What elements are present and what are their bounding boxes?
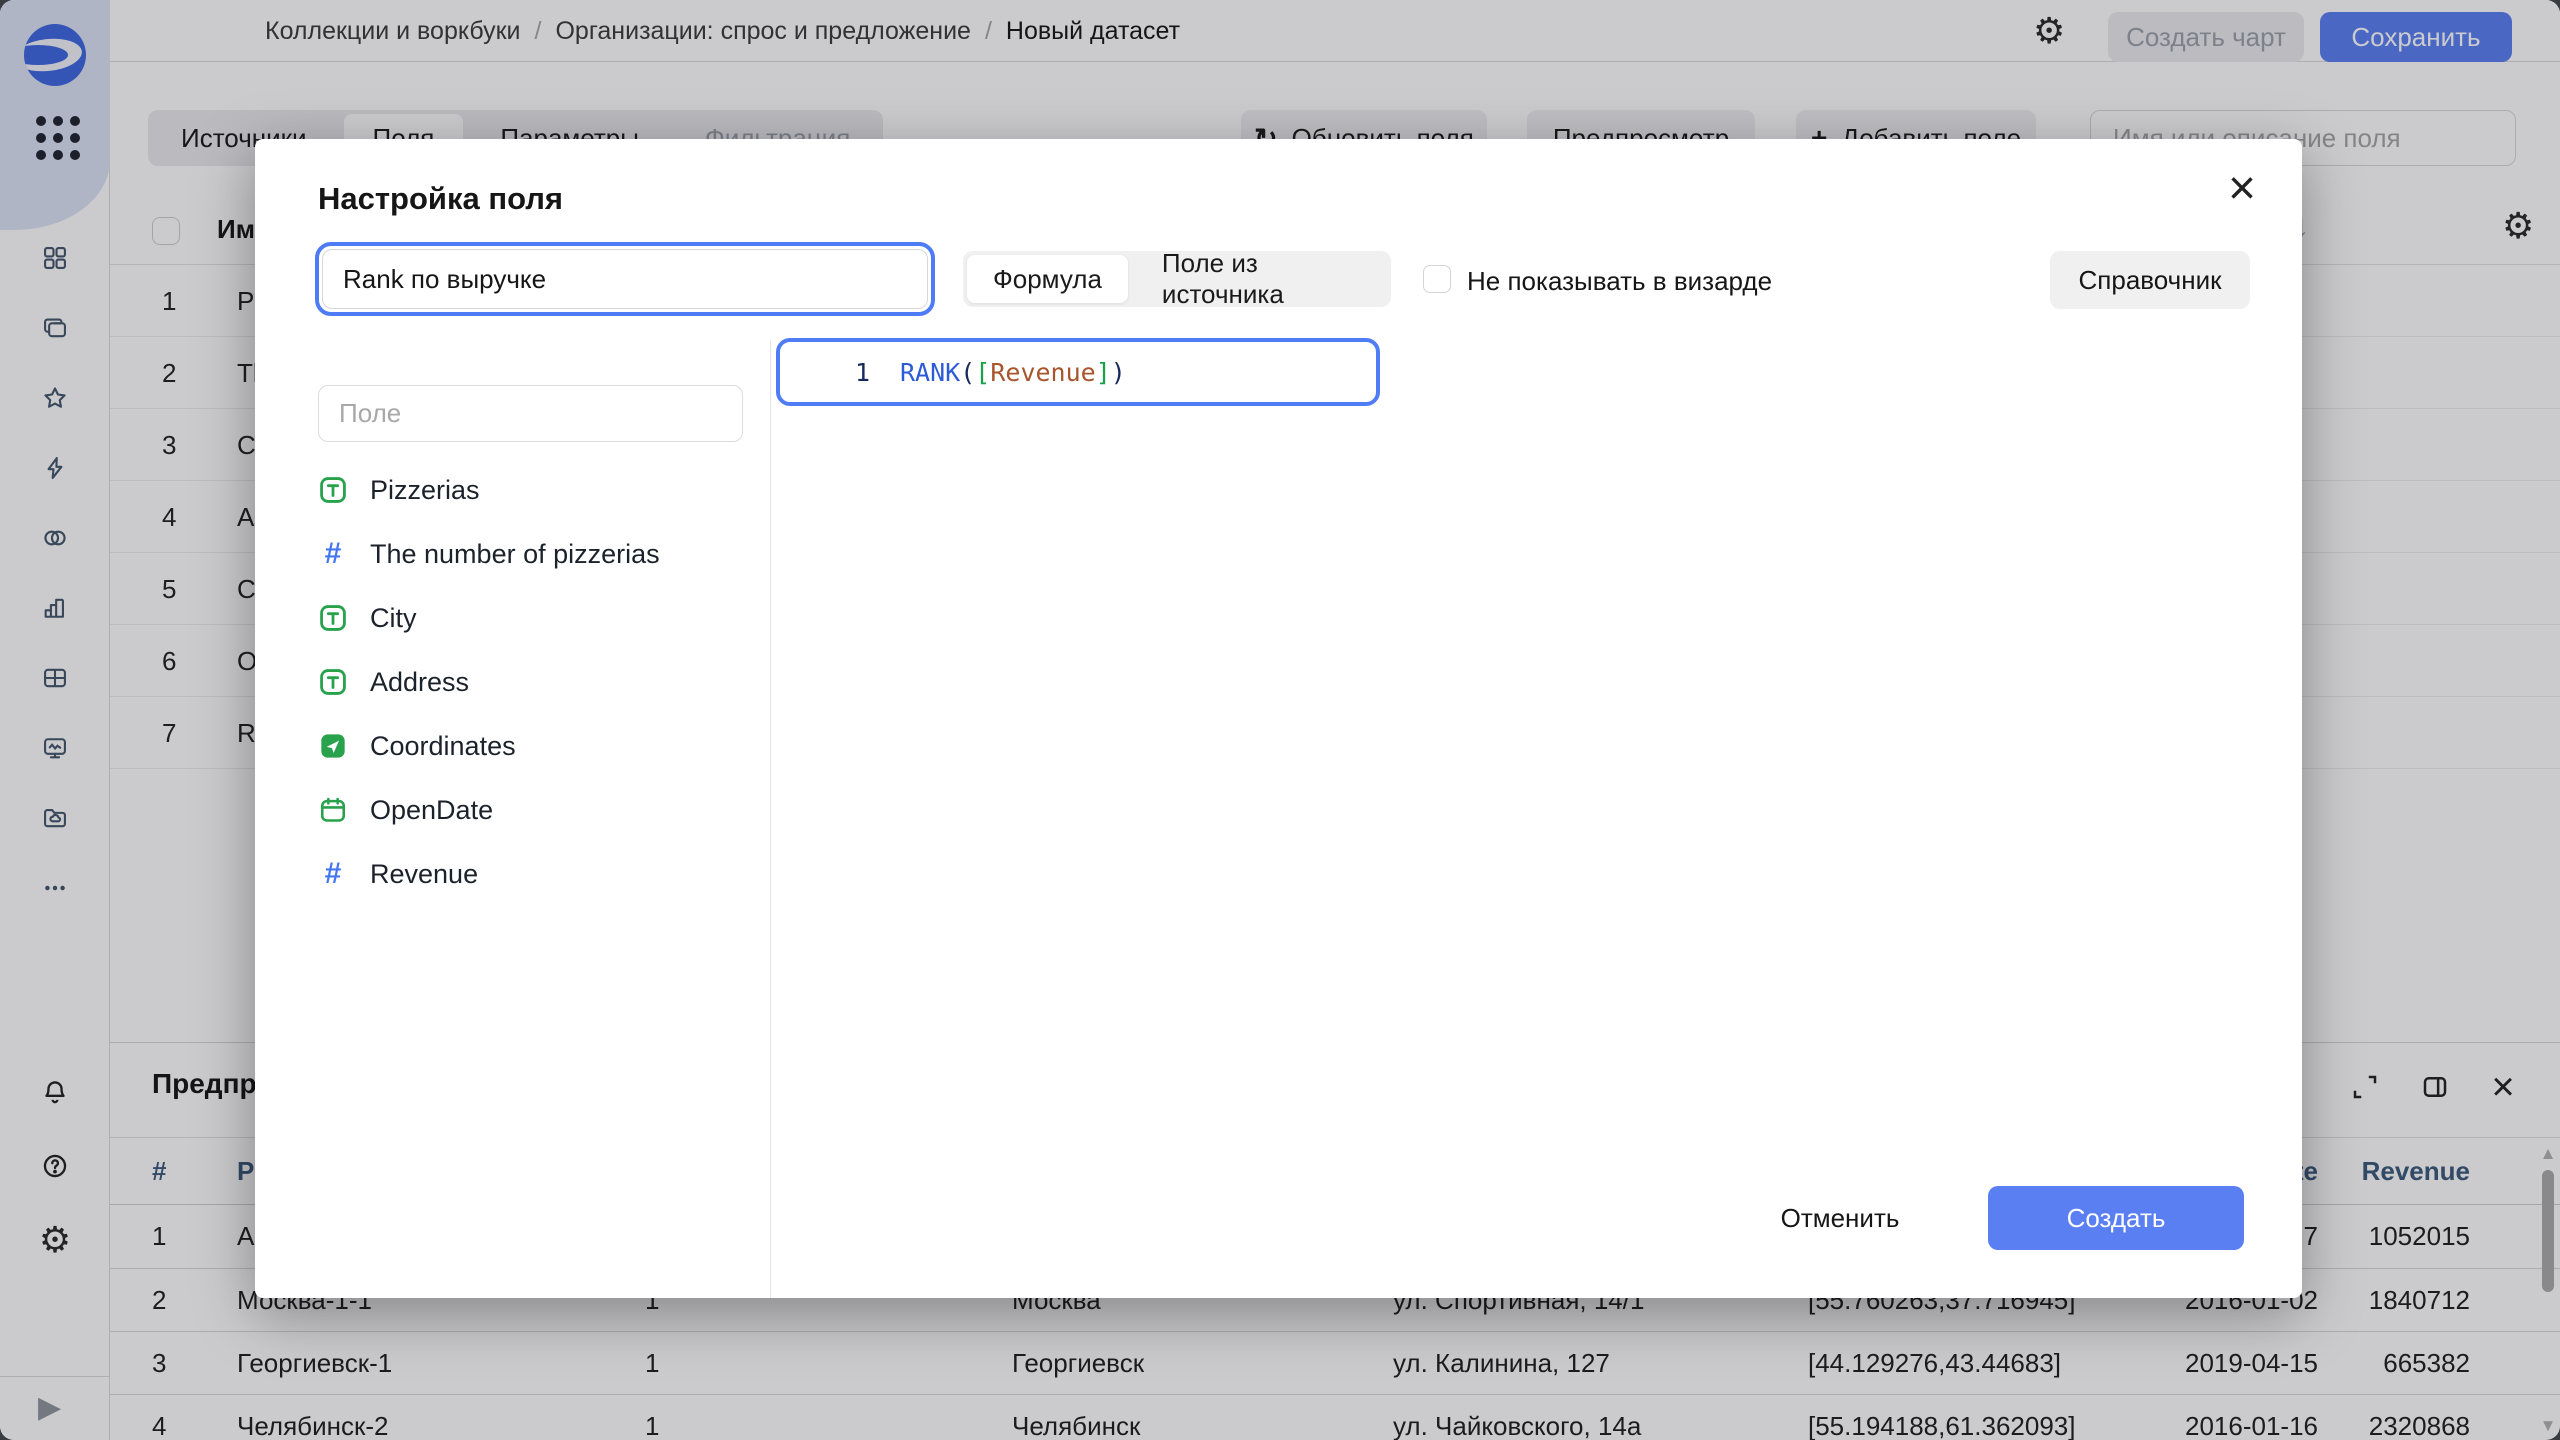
formula-source-switch: ФормулаПоле из источника [963,251,1391,307]
field-name-focus-ring [315,242,935,316]
segment-Формула[interactable]: Формула [967,255,1128,303]
formula-token: ( [960,358,975,387]
formula-token: RANK [900,358,960,387]
formula-code: RANK([Revenue]) [900,358,1126,387]
modal-field-item[interactable]: # The number of pizzerias [318,522,748,586]
cancel-button[interactable]: Отменить [1755,1186,1925,1250]
integer-field-icon: # [318,859,348,889]
modal-field-item[interactable]: Address [318,650,748,714]
modal-field-name: OpenDate [370,795,493,826]
create-button[interactable]: Создать [1988,1186,2244,1250]
modal-field-name: Address [370,667,469,698]
modal-field-name: Revenue [370,859,478,890]
integer-field-icon: # [318,539,348,569]
string-field-icon [318,667,348,697]
hide-in-wizard-checkbox[interactable] [1423,265,1451,293]
modal-field-name: Coordinates [370,731,516,762]
geopoint-field-icon [318,731,348,761]
field-settings-modal: Настройка поля × ФормулаПоле из источник… [255,139,2302,1298]
modal-field-item[interactable]: Coordinates [318,714,748,778]
formula-line-number: 1 [780,358,900,387]
formula-token: [ [975,358,990,387]
formula-token: Revenue [990,358,1095,387]
modal-field-item[interactable]: OpenDate [318,778,748,842]
formula-token: ] [1096,358,1111,387]
modal-field-list: Pizzerias # The number of pizzerias City Add… [318,458,748,906]
modal-field-item[interactable]: # Revenue [318,842,748,906]
formula-token: ) [1111,358,1126,387]
modal-title: Настройка поля [318,181,563,217]
field-name-input[interactable] [322,249,928,309]
date-field-icon [318,795,348,825]
string-field-icon [318,603,348,633]
modal-field-item[interactable]: City [318,586,748,650]
segment-Поле из источника[interactable]: Поле из источника [1132,251,1391,307]
dictionary-button[interactable]: Справочник [2050,251,2250,309]
formula-editor[interactable]: 1 RANK([Revenue]) [776,338,1380,406]
modal-field-item[interactable]: Pizzerias [318,458,748,522]
datalens-dataset-editor: ⚙ ▶ Коллекции и воркбуки/Организации: сп… [0,0,2560,1440]
modal-field-search-input[interactable] [318,385,743,442]
modal-field-name: City [370,603,417,634]
close-modal-icon[interactable]: × [2228,165,2256,213]
hide-in-wizard-label: Не показывать в визарде [1467,266,1772,297]
modal-field-name: Pizzerias [370,475,480,506]
modal-field-name: The number of pizzerias [370,539,660,570]
modal-panel-divider [770,340,771,1298]
string-field-icon [318,475,348,505]
